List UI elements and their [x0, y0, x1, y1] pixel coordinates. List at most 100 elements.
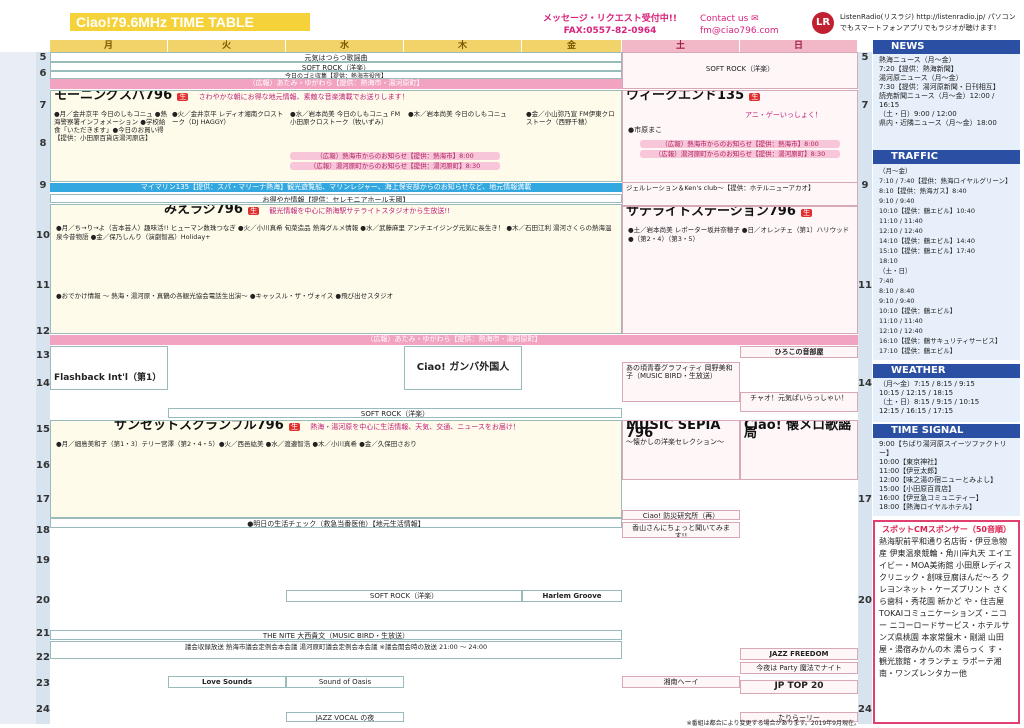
time-signal-item: 10:00【東京神社】	[879, 458, 942, 466]
news-item: 湯河原ニュース（月〜金）	[879, 74, 963, 82]
flashback-title: Flashback Int'l（第1）	[54, 373, 162, 383]
listenradio-info[interactable]: ListenRadio(リスラジ) http://listenradio.jp/…	[840, 12, 1020, 36]
traffic-list: （月〜金） 7:10 / 7:40【提供：熱海ロイヤルグリーン】 8:10【提供…	[873, 164, 1020, 360]
day-header-mon: 月	[50, 40, 168, 52]
shonan-block[interactable]: 湘南ヘーイ	[622, 676, 740, 688]
traffic-item: 9:10 / 9:40	[879, 297, 915, 305]
weather-item: 12:15 / 16:15 / 17:15	[879, 407, 954, 415]
weekend-atami-news: （広報）熱海市からのお知らせ【提供：熱海市】8:00	[640, 140, 840, 148]
music-sepia-sub: 〜懐かしの洋楽セレクション〜	[626, 438, 724, 446]
gikai-block[interactable]: 議会収録放送 熱海市議会定例会本会議 湯河原町議会定例会本会議 ※議会開会時の放…	[50, 641, 622, 659]
okaimono-info[interactable]: お得やか情報【提供：セレモニアホール天國】	[50, 194, 622, 203]
hour-label: 24	[858, 704, 872, 715]
hour-label: 14	[36, 378, 50, 389]
hour-label: 17	[36, 494, 50, 505]
news-item: 読売新聞ニュース（月〜金）12:00 / 16:15	[879, 92, 995, 109]
hour-label: 12	[36, 326, 50, 337]
jazz-vocal-block[interactable]: JAZZ VOCAL の夜	[286, 712, 404, 722]
hour-label: 20	[858, 595, 872, 606]
news-header: NEWS	[873, 40, 1020, 54]
ashita-block[interactable]: ●明日の生活チェック（救急当番医他）【地元生活情報】	[50, 518, 622, 528]
morning-mon: ●月／金井京平 今日のしもコニュ ●熱海警察署インフォメーション ●学校給食「い…	[54, 110, 167, 142]
kahadan-block[interactable]: Ciao! 防災研究所（再）	[622, 510, 740, 520]
left-gutter	[0, 52, 36, 724]
party-block[interactable]: 今夜は Party 魔法でナイト	[740, 662, 858, 674]
weather-item: （月〜金）7:15 / 8:15 / 9:15	[879, 380, 975, 388]
love-sounds-block[interactable]: Love Sounds	[168, 676, 286, 688]
time-signal-item: 9:00【ちばり湯河原スイーツファクトリー】	[879, 440, 1007, 457]
graffiti-block[interactable]: あの頃青春グラフィティ 岡野美和子（MUSIC BIRD・生放送）	[622, 362, 740, 402]
traffic-item: 15:10【提供：鶴エビル】17:40	[879, 247, 975, 255]
weather-item: （土・日）8:15 / 9:15 / 10:15	[879, 398, 980, 406]
sunset-scramble-block[interactable]: サンセットスクランブル796 生 熱海・湯河原を中心に生活情報、天気、交通、ニュ…	[50, 420, 622, 518]
chao-genki-block[interactable]: チャオ！元気ぱいらっしゃい！	[740, 392, 858, 412]
ciao-kayou-title: Ciao! 懐メロ歌謡局	[744, 420, 852, 441]
hour-label: 9	[861, 180, 869, 191]
jazz-freedom-block[interactable]: JAZZ FREEDOM	[740, 648, 858, 660]
nite-block[interactable]: THE NITE 大西貴文（MUSIC BIRD・生放送）	[50, 630, 622, 640]
traffic-item: 8:10【提供：熱海ガス】8:40	[879, 187, 967, 195]
time-signal-item: 12:00【味之湯の宿ニューとみよし】	[879, 476, 998, 484]
sponsor-title: スポットCMスポンサー（50音順）	[882, 525, 1011, 534]
sunset-scramble-title: サンセットスクランブル796	[114, 420, 284, 433]
hour-label: 16	[36, 460, 50, 471]
live-badge: 生	[801, 209, 813, 217]
sunset-scramble-desc: 熱海・湯河原を中心に生活情報、天気、交通、ニュースをお届け！	[310, 423, 520, 431]
listenradio-logo-icon: LR	[812, 12, 834, 34]
traffic-item: 7:40	[879, 277, 894, 285]
ciao-kayou-block[interactable]: Ciao! 懐メロ歌謡局	[740, 420, 858, 480]
time-signal-header: TIME SIGNAL	[873, 424, 1020, 438]
morning-spa-title: モーニングスパ796	[54, 90, 173, 103]
weekend-135-title: ウィークエンド135	[626, 90, 745, 103]
traffic-header: TRAFFIC	[873, 150, 1020, 164]
news-list: 熱海ニュース（月〜金） 7:20【提供：熱海新聞】 湯河原ニュース（月〜金） 7…	[873, 54, 1020, 150]
weekend-host: ●市原まこ	[628, 126, 663, 134]
traffic-item: 7:10 / 7:40【提供：熱海ロイヤルグリーン】	[879, 177, 1012, 185]
harlem-groove-block[interactable]: Harlem Groove	[522, 590, 622, 602]
morning-tue: ●火／金井京平 レディオ湘南クロストーク（DJ HAGGY）	[172, 110, 284, 126]
ad-band: （広報）あたみ・ゆがわら【提供：熱海市・湯河原町】	[50, 79, 622, 89]
hour-label: 23	[36, 678, 50, 689]
hour-label: 15	[36, 424, 50, 435]
satellite-items: ●土／岩本尚美 レポーター坂井奈穂子 ●日／オレンチェ（第1）ハリウッド ●（第…	[628, 226, 850, 243]
weekend-yugawara-news: （広報）湯河原町からのお知らせ【提供：湯河原町】8:30	[640, 150, 840, 158]
traffic-item: 12:10 / 12:40	[879, 227, 923, 235]
jellation-block[interactable]: ジェルレーション＆Ken's club〜【提供：ホテルニューアカオ】	[622, 182, 858, 206]
traffic-item: 10:10【提供：鶴エビル】	[879, 307, 957, 315]
soft-rock-evening[interactable]: SOFT ROCK（洋楽）	[286, 590, 522, 602]
hour-label: 7	[861, 100, 869, 111]
hiroko-block[interactable]: ひろこの音部屋	[740, 346, 858, 358]
jp-top20-block[interactable]: JP TOP 20	[740, 680, 858, 694]
live-badge: 生	[749, 93, 761, 101]
mymarine-band[interactable]: マイマリン135【提供：スパ・マリーナ熱海】観光遊覧船、マリンレジャー、海上保安…	[50, 183, 622, 192]
contact-email[interactable]: Contact us ✉fm@ciao796.com	[700, 13, 800, 39]
weekday-early-program[interactable]: 元気はつらつ歌謡曲	[50, 52, 622, 62]
hour-label: 17	[858, 494, 872, 505]
flashback-block[interactable]: Flashback Int'l（第1）	[50, 346, 168, 390]
ochanoma-block[interactable]: 香山さんにちょっと聞いてみます!!	[622, 522, 740, 538]
hour-label: 11	[858, 280, 872, 291]
traffic-item: 16:10【提供：鶴サキュリティサービス】	[879, 337, 1002, 345]
hour-label: 5	[861, 52, 869, 63]
music-sepia-block[interactable]: MUSIC SEPIA 796 〜懐かしの洋楽セレクション〜	[622, 420, 740, 480]
hour-label: 19	[36, 555, 50, 566]
hour-label: 5	[39, 52, 47, 63]
sunset-items: ●月／細島美和子（第1・3）テリー宮澤（第2・4・5）●火／西邑紘美 ●水／渡邉…	[56, 440, 417, 448]
time-signal-item: 18:00【熱海ロイヤルホテル】	[879, 503, 976, 511]
day-header-wed: 水	[286, 40, 404, 52]
morning-thu: ●木／岩本尚美 今日のしもコニュ	[408, 110, 507, 118]
traffic-item: 11:10 / 11:40	[879, 317, 923, 325]
sound-oasis-block[interactable]: Sound of Oasis	[286, 676, 404, 688]
day-header-tue: 火	[168, 40, 286, 52]
garbage-collection-info[interactable]: 今日のゴミ収集【提供：熱海市役所】	[50, 71, 622, 79]
request-message: メッセージ・リクエスト受付中!! FAX:0557-82-0964	[542, 14, 678, 36]
weekend-soft-rock[interactable]: SOFT ROCK（洋楽）	[622, 52, 858, 89]
hour-label: 6	[39, 68, 47, 79]
soft-rock-afternoon[interactable]: SOFT ROCK（洋楽）	[168, 408, 622, 418]
hour-label: 20	[36, 595, 50, 606]
ciao-gaijin-block[interactable]: Ciao! ガンバ外国人	[404, 346, 522, 390]
mie-radio-desc: 観光情報を中心に熱海駅サテライトスタジオから生放送!!	[269, 207, 450, 215]
news-item: 7:30【提供：湯河原新聞・日刊相互】	[879, 83, 1000, 91]
soft-rock-early[interactable]: SOFT ROCK（洋楽）	[50, 62, 622, 71]
hour-label: 24	[36, 704, 50, 715]
